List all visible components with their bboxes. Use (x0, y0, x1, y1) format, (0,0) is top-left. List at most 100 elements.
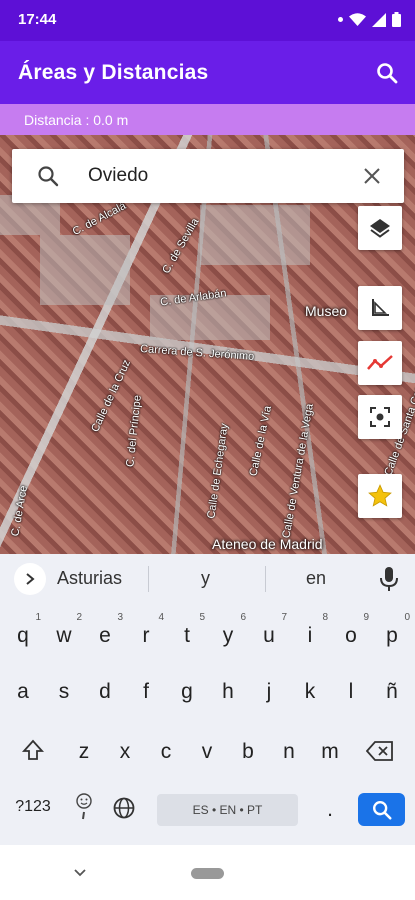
key-w[interactable]: 2w (44, 612, 84, 648)
app-bar: Áreas y Distancias (0, 41, 415, 104)
search-icon[interactable] (375, 61, 399, 85)
key-b[interactable]: b (228, 740, 268, 764)
key-h[interactable]: h (208, 680, 248, 704)
map-label: Calle de la Cruz (89, 357, 134, 435)
area-tool-button[interactable] (358, 286, 402, 330)
search-icon (372, 800, 392, 820)
page-title: Áreas y Distancias (18, 61, 209, 84)
distance-tool-button[interactable] (358, 341, 402, 385)
key-k[interactable]: k (290, 680, 330, 704)
key-u[interactable]: 7u (249, 612, 289, 648)
key-hint: 0 (404, 612, 410, 623)
map-label: C. de Alcalá (70, 199, 129, 239)
key-label: u (263, 624, 275, 647)
wifi-icon (349, 12, 366, 26)
key-label: q (17, 624, 29, 647)
layers-button[interactable] (358, 206, 402, 250)
map-label: Calle de Echegaray (205, 422, 231, 520)
polyline-icon (367, 355, 393, 370)
key-a[interactable]: a (3, 680, 43, 704)
period-key[interactable]: . (310, 798, 350, 822)
suggestion-item[interactable]: y (201, 568, 210, 589)
globe-icon (113, 797, 135, 819)
keyboard: 1q 2w 3e 4r 5t 6y 7u 8i 9o 0p a s d f g … (0, 604, 415, 845)
map-building (40, 235, 130, 305)
signal-icon (372, 12, 386, 27)
layers-icon (370, 219, 390, 238)
language-key[interactable] (104, 796, 144, 826)
key-label: p (386, 624, 398, 647)
key-v[interactable]: v (187, 740, 227, 764)
microphone-icon[interactable] (377, 566, 401, 592)
key-f[interactable]: f (126, 680, 166, 704)
key-p[interactable]: 0p (372, 612, 412, 648)
emoji-icon (76, 793, 92, 820)
key-c[interactable]: c (146, 740, 186, 764)
chevron-down-icon[interactable] (71, 864, 89, 882)
shift-icon (21, 739, 45, 760)
divider (265, 566, 266, 592)
divider (148, 566, 149, 592)
key-label: i (307, 624, 313, 647)
chevron-right-icon (26, 573, 35, 585)
key-n[interactable]: n (269, 740, 309, 764)
backspace-key[interactable] (360, 740, 400, 768)
distance-bar: Distancia : 0.0 m (0, 104, 415, 135)
key-hint: 2 (76, 612, 82, 623)
emoji-key[interactable] (64, 792, 104, 828)
shift-key[interactable] (13, 738, 53, 768)
map-label: Calle de la Vía (247, 404, 275, 478)
key-m[interactable]: m (310, 740, 350, 764)
search-enter-key[interactable] (358, 793, 405, 826)
dot-icon (338, 17, 343, 22)
navigation-bar (0, 845, 415, 900)
suggestion-item[interactable]: en (306, 568, 326, 589)
map-label: Carrera de S. Jerónimo (139, 343, 255, 363)
key-label: y (222, 624, 234, 647)
map-label: Calle de Ventura de la Vega (280, 402, 316, 540)
search-box[interactable]: Oviedo (12, 149, 404, 203)
suggestion-strip: Asturias y en (0, 554, 415, 604)
search-icon (38, 166, 59, 187)
key-y[interactable]: 6y (208, 612, 248, 648)
favorites-button[interactable] (358, 474, 402, 518)
key-hint: 3 (117, 612, 123, 623)
key-d[interactable]: d (85, 680, 125, 704)
key-label: e (99, 624, 111, 647)
key-g[interactable]: g (167, 680, 207, 704)
symbols-key[interactable]: ?123 (10, 798, 56, 816)
space-key[interactable]: ES • EN • PT (157, 794, 298, 826)
search-input[interactable]: Oviedo (88, 165, 148, 187)
distance-text: Distancia : 0.0 m (24, 112, 129, 128)
key-o[interactable]: 9o (331, 612, 371, 648)
expand-suggestions-button[interactable] (14, 563, 46, 595)
map-label: C. de Arce (9, 484, 31, 538)
focus-button[interactable] (358, 395, 402, 439)
key-hint: 1 (35, 612, 41, 623)
key-j[interactable]: j (249, 680, 289, 704)
key-label: o (345, 624, 357, 647)
key-z[interactable]: z (64, 740, 104, 764)
key-i[interactable]: 8i (290, 612, 330, 648)
key-l[interactable]: l (331, 680, 371, 704)
key-hint: 5 (199, 612, 205, 623)
key-q[interactable]: 1q (3, 612, 43, 648)
key-hint: 9 (363, 612, 369, 623)
home-pill[interactable] (191, 868, 224, 879)
status-time: 17:44 (18, 11, 57, 28)
key-r[interactable]: 4r (126, 612, 166, 648)
close-icon[interactable] (360, 164, 384, 188)
ruler-angle-icon (372, 299, 389, 316)
map-label: Museo (305, 303, 348, 319)
key-n-tilde[interactable]: ñ (372, 680, 412, 704)
key-x[interactable]: x (105, 740, 145, 764)
star-icon (368, 484, 392, 507)
focus-icon (370, 407, 390, 427)
key-hint: 4 (158, 612, 164, 623)
key-hint: 6 (240, 612, 246, 623)
key-e[interactable]: 3e (85, 612, 125, 648)
key-t[interactable]: 5t (167, 612, 207, 648)
suggestion-item[interactable]: Asturias (57, 568, 122, 589)
key-s[interactable]: s (44, 680, 84, 704)
key-hint: 7 (281, 612, 287, 623)
